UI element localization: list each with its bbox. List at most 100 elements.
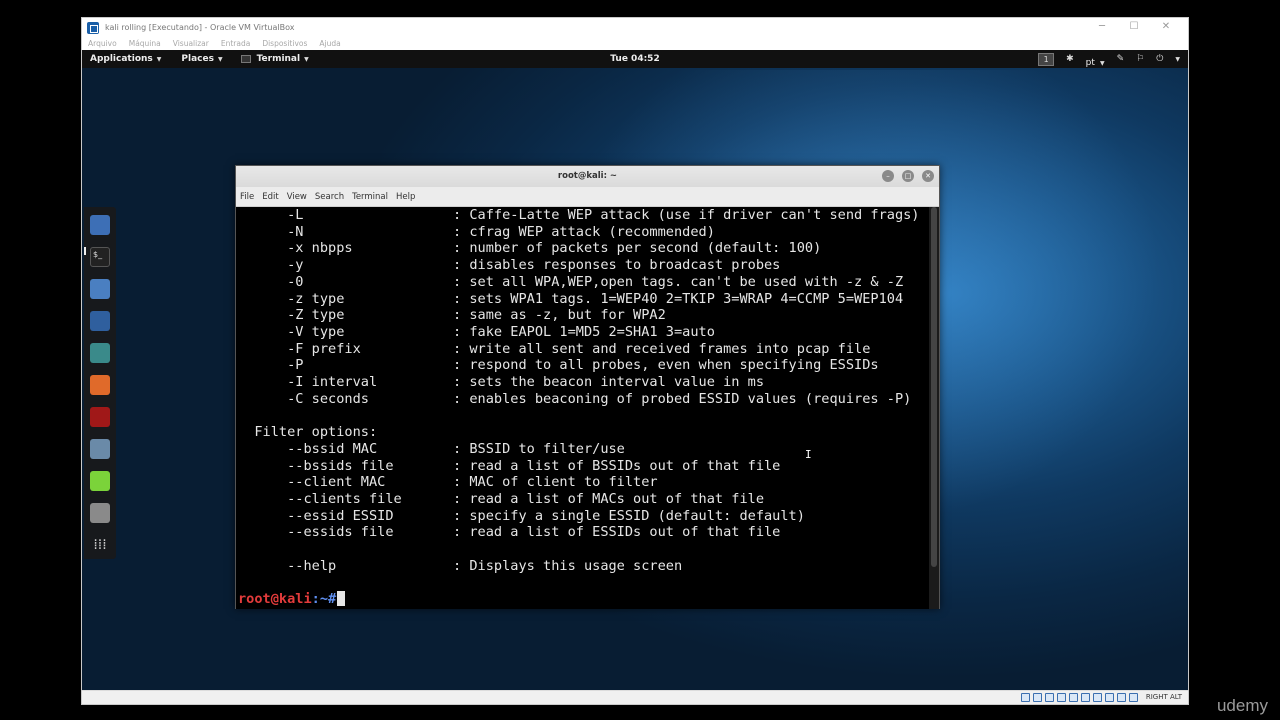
option-description: : read a list of MACs out of that file (453, 490, 764, 507)
dock-burpsuite-icon[interactable] (90, 375, 110, 395)
option-flag: -N (238, 223, 304, 240)
mouse-integration-icon[interactable] (1129, 693, 1138, 702)
udemy-watermark: udemy (1216, 696, 1268, 715)
option-description: : respond to all probes, even when speci… (453, 357, 879, 374)
terminal-minimize-button[interactable]: – (882, 170, 894, 182)
places-label: Places (181, 54, 214, 64)
option-flag: --essid ESSID (238, 507, 394, 524)
vbox-menu-arquivo[interactable]: Arquivo (88, 39, 117, 48)
vbox-minimize-button[interactable]: ─ (1086, 20, 1118, 34)
terminal-app-menu[interactable]: Terminal ▼ (240, 54, 309, 64)
term-menu-help[interactable]: Help (396, 192, 415, 202)
option-flag: --bssids file (238, 457, 394, 474)
option-flag: --essids file (238, 524, 394, 541)
option-description: : write all sent and received frames int… (453, 340, 871, 357)
term-menu-search[interactable]: Search (315, 192, 344, 202)
vbox-menu-ajuda[interactable]: Ajuda (319, 39, 340, 48)
network-adapter-icon[interactable] (1057, 693, 1066, 702)
shared-folder-icon[interactable] (1081, 693, 1090, 702)
vbox-menu-dispositivos[interactable]: Dispositivos (262, 39, 307, 48)
language-label: pt (1085, 57, 1095, 68)
option-flag: -C seconds (238, 390, 369, 407)
option-flag: --help (238, 557, 337, 574)
dock-show-apps-icon[interactable]: ⁞⁞⁞ (90, 535, 110, 555)
prompt-line[interactable]: root@kali:~# (238, 591, 346, 608)
option-description: : read a list of BSSIDs out of that file (453, 457, 781, 474)
option-description: : same as -z, but for WPA2 (453, 307, 666, 324)
vbox-close-button[interactable]: ✕ (1150, 20, 1182, 34)
vbox-menu-entrada[interactable]: Entrada (221, 39, 250, 48)
guest-desktop: Applications ▼ Places ▼ Terminal ▼ Tue 0… (82, 50, 1188, 690)
terminal-titlebar[interactable]: root@kali: ~ – □ ✕ (236, 166, 939, 187)
terminal-line: -V type: fake EAPOL 1=MD5 2=SHA1 3=auto (238, 324, 928, 341)
dock-files-icon[interactable] (90, 279, 110, 299)
dock-notes-icon[interactable] (90, 471, 110, 491)
terminal-maximize-button[interactable]: □ (902, 170, 914, 182)
vbox-maximize-button[interactable]: ☐ (1118, 20, 1150, 34)
option-flag: -F prefix (238, 340, 361, 357)
vbox-statusbar: RIGHT ALT (82, 690, 1188, 704)
tool-icon[interactable]: ✎ (1117, 54, 1125, 64)
places-menu[interactable]: Places ▼ (181, 54, 222, 64)
vbox-menu-maquina[interactable]: Máquina (129, 39, 161, 48)
term-menu-file[interactable]: File (240, 192, 254, 202)
terminal-menubar: File Edit View Search Terminal Help (236, 187, 939, 207)
terminal-close-button[interactable]: ✕ (922, 170, 934, 182)
terminal-scrollbar[interactable] (929, 207, 939, 609)
dock-kazam-icon[interactable] (90, 503, 110, 523)
dock-metasploit-icon[interactable] (90, 311, 110, 331)
caret-down-icon[interactable]: ▼ (1175, 56, 1180, 63)
workspace-indicator[interactable]: 1 (1038, 52, 1055, 66)
capture-icon[interactable] (1105, 693, 1114, 702)
optical-drive-icon[interactable] (1033, 693, 1042, 702)
option-description: : sets the beacon interval value in ms (453, 374, 764, 390)
dock-beef-icon[interactable] (90, 439, 110, 459)
option-flag: -I interval (238, 374, 378, 390)
terminal-line: --help: Displays this usage screen (238, 558, 928, 575)
terminal-window: root@kali: ~ – □ ✕ File Edit View Search… (235, 165, 940, 609)
term-menu-edit[interactable]: Edit (262, 192, 278, 202)
dock-maltego-icon[interactable] (90, 407, 110, 427)
scrollbar-thumb[interactable] (931, 207, 937, 567)
option-description: : BSSID to filter/use (453, 440, 625, 457)
option-flag: -0 (238, 273, 304, 290)
power-icon[interactable]: ⏻ (1156, 54, 1163, 64)
dock-terminal-icon[interactable]: $_ (90, 247, 110, 267)
option-flag: -y (238, 257, 304, 274)
terminal-app-label: Terminal (256, 54, 301, 64)
terminal-line: --essids file : read a list of ESSIDs out… (238, 524, 928, 541)
network-icon[interactable]: ⚐ (1136, 54, 1144, 64)
caret-down-icon: ▼ (1100, 59, 1105, 67)
applications-menu[interactable]: Applications ▼ (90, 54, 161, 64)
host-key-label: RIGHT ALT (1145, 693, 1182, 701)
terminal-output[interactable]: -L: Caffe-Latte WEP attack (use if drive… (236, 207, 930, 609)
terminal-line: -P : respond to all probes, even when spe… (238, 357, 928, 374)
audio-icon[interactable] (1045, 693, 1054, 702)
dock-armitage-icon[interactable] (90, 343, 110, 363)
language-menu[interactable]: pt ▼ (1086, 50, 1105, 69)
terminal-line: -F prefix : write all sent and received f… (238, 341, 928, 358)
option-flag: -P (238, 357, 304, 374)
cpu-icon[interactable] (1117, 693, 1126, 702)
option-flag: -L (238, 207, 304, 223)
screen: kali rolling [Executando] - Oracle VM Vi… (0, 0, 1280, 720)
caret-down-icon: ▼ (156, 55, 162, 63)
applications-label: Applications (90, 54, 153, 64)
terminal-line: --essid ESSID: specify a single ESSID (d… (238, 508, 928, 525)
accessibility-icon[interactable]: ✱ (1066, 54, 1074, 64)
dock-browser-icon[interactable] (90, 215, 110, 235)
terminal-line: -I interval : sets the beacon interval va… (238, 374, 928, 391)
terminal-line: --client MAC: MAC of client to filter (238, 474, 928, 491)
terminal-line: -Z type: same as -z, but for WPA2 (238, 307, 928, 324)
text-cursor (337, 591, 346, 607)
terminal-line: -C seconds: enables beaconing of probed … (238, 391, 928, 408)
hdd-icon[interactable] (1021, 693, 1030, 702)
display-icon[interactable] (1093, 693, 1102, 702)
dock: $_ ⁞⁞⁞ (84, 207, 116, 559)
term-menu-view[interactable]: View (287, 192, 307, 202)
term-menu-terminal[interactable]: Terminal (352, 192, 388, 202)
vbox-menu-visualizar[interactable]: Visualizar (173, 39, 209, 48)
usb-icon[interactable] (1069, 693, 1078, 702)
prompt-path: :~# (311, 591, 337, 608)
option-description: : read a list of ESSIDs out of that file (453, 524, 781, 541)
